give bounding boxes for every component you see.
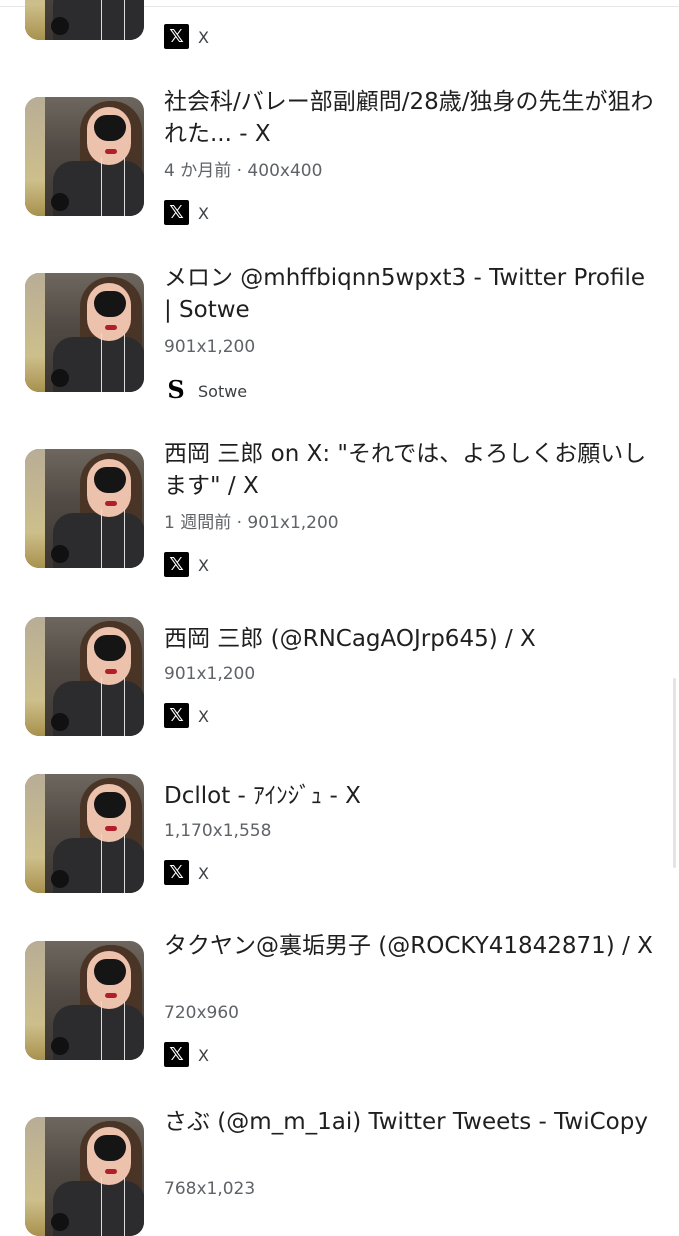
source-name: X	[198, 707, 209, 726]
result-meta: 4 か月前 · 400x400	[164, 161, 323, 181]
source-name: X	[198, 556, 209, 575]
result-thumbnail[interactable]	[25, 449, 144, 568]
result-thumbnail[interactable]	[25, 273, 144, 392]
result-title-link[interactable]: メロン @mhffbiqnn5wpxt3 - Twitter Profile |…	[164, 262, 656, 326]
result-meta: 901x1,200	[164, 664, 256, 684]
x-logo-icon: 𝕏	[164, 1042, 189, 1067]
result-title-link[interactable]: 社会科/バレー部副顧問/28歳/独身の先生が狙われた... - X	[164, 86, 656, 150]
sotwe-logo-icon: S	[167, 375, 185, 404]
result-thumbnail[interactable]	[25, 97, 144, 216]
x-logo-icon: 𝕏	[164, 552, 189, 577]
result-thumbnail[interactable]	[25, 774, 144, 893]
result-title-link[interactable]: 西岡 三郎 on X: "それでは、よろしくお願いします" / X	[164, 438, 656, 502]
result-thumbnail[interactable]	[25, 941, 144, 1060]
result-meta: 1,170x1,558	[164, 821, 272, 841]
result-title-link[interactable]: 西岡 三郎 (@RNCagAOJrp645) / X	[164, 623, 656, 655]
result-meta: 768x1,023	[164, 1179, 256, 1199]
x-logo-icon: 𝕏	[164, 703, 189, 728]
source-name: Sotwe	[198, 382, 248, 401]
source-name: X	[198, 864, 209, 883]
result-title-link[interactable]: Dcllot - ｱｲﾝｼﾞｭ - X	[164, 780, 656, 812]
x-logo-icon: 𝕏	[164, 860, 189, 885]
result-thumbnail[interactable]	[25, 1117, 144, 1236]
scrollbar[interactable]	[673, 678, 676, 868]
result-meta: 901x1,200	[164, 337, 256, 357]
result-meta: 1 週間前 · 901x1,200	[164, 513, 339, 533]
source-name: X	[198, 1046, 209, 1065]
x-logo-icon: 𝕏	[164, 200, 189, 225]
result-thumbnail[interactable]	[25, 0, 144, 40]
result-title-link[interactable]: さぶ (@m_m_1ai) Twitter Tweets - TwiCopy	[164, 1106, 656, 1138]
result-thumbnail[interactable]	[25, 617, 144, 736]
result-meta: 720x960	[164, 1003, 239, 1023]
result-title-link[interactable]: タクヤン@裏垢男子 (@ROCKY41842871) / X	[164, 930, 656, 962]
source-name: X	[198, 28, 209, 47]
source-name: X	[198, 204, 209, 223]
x-logo-icon: 𝕏	[164, 24, 189, 49]
